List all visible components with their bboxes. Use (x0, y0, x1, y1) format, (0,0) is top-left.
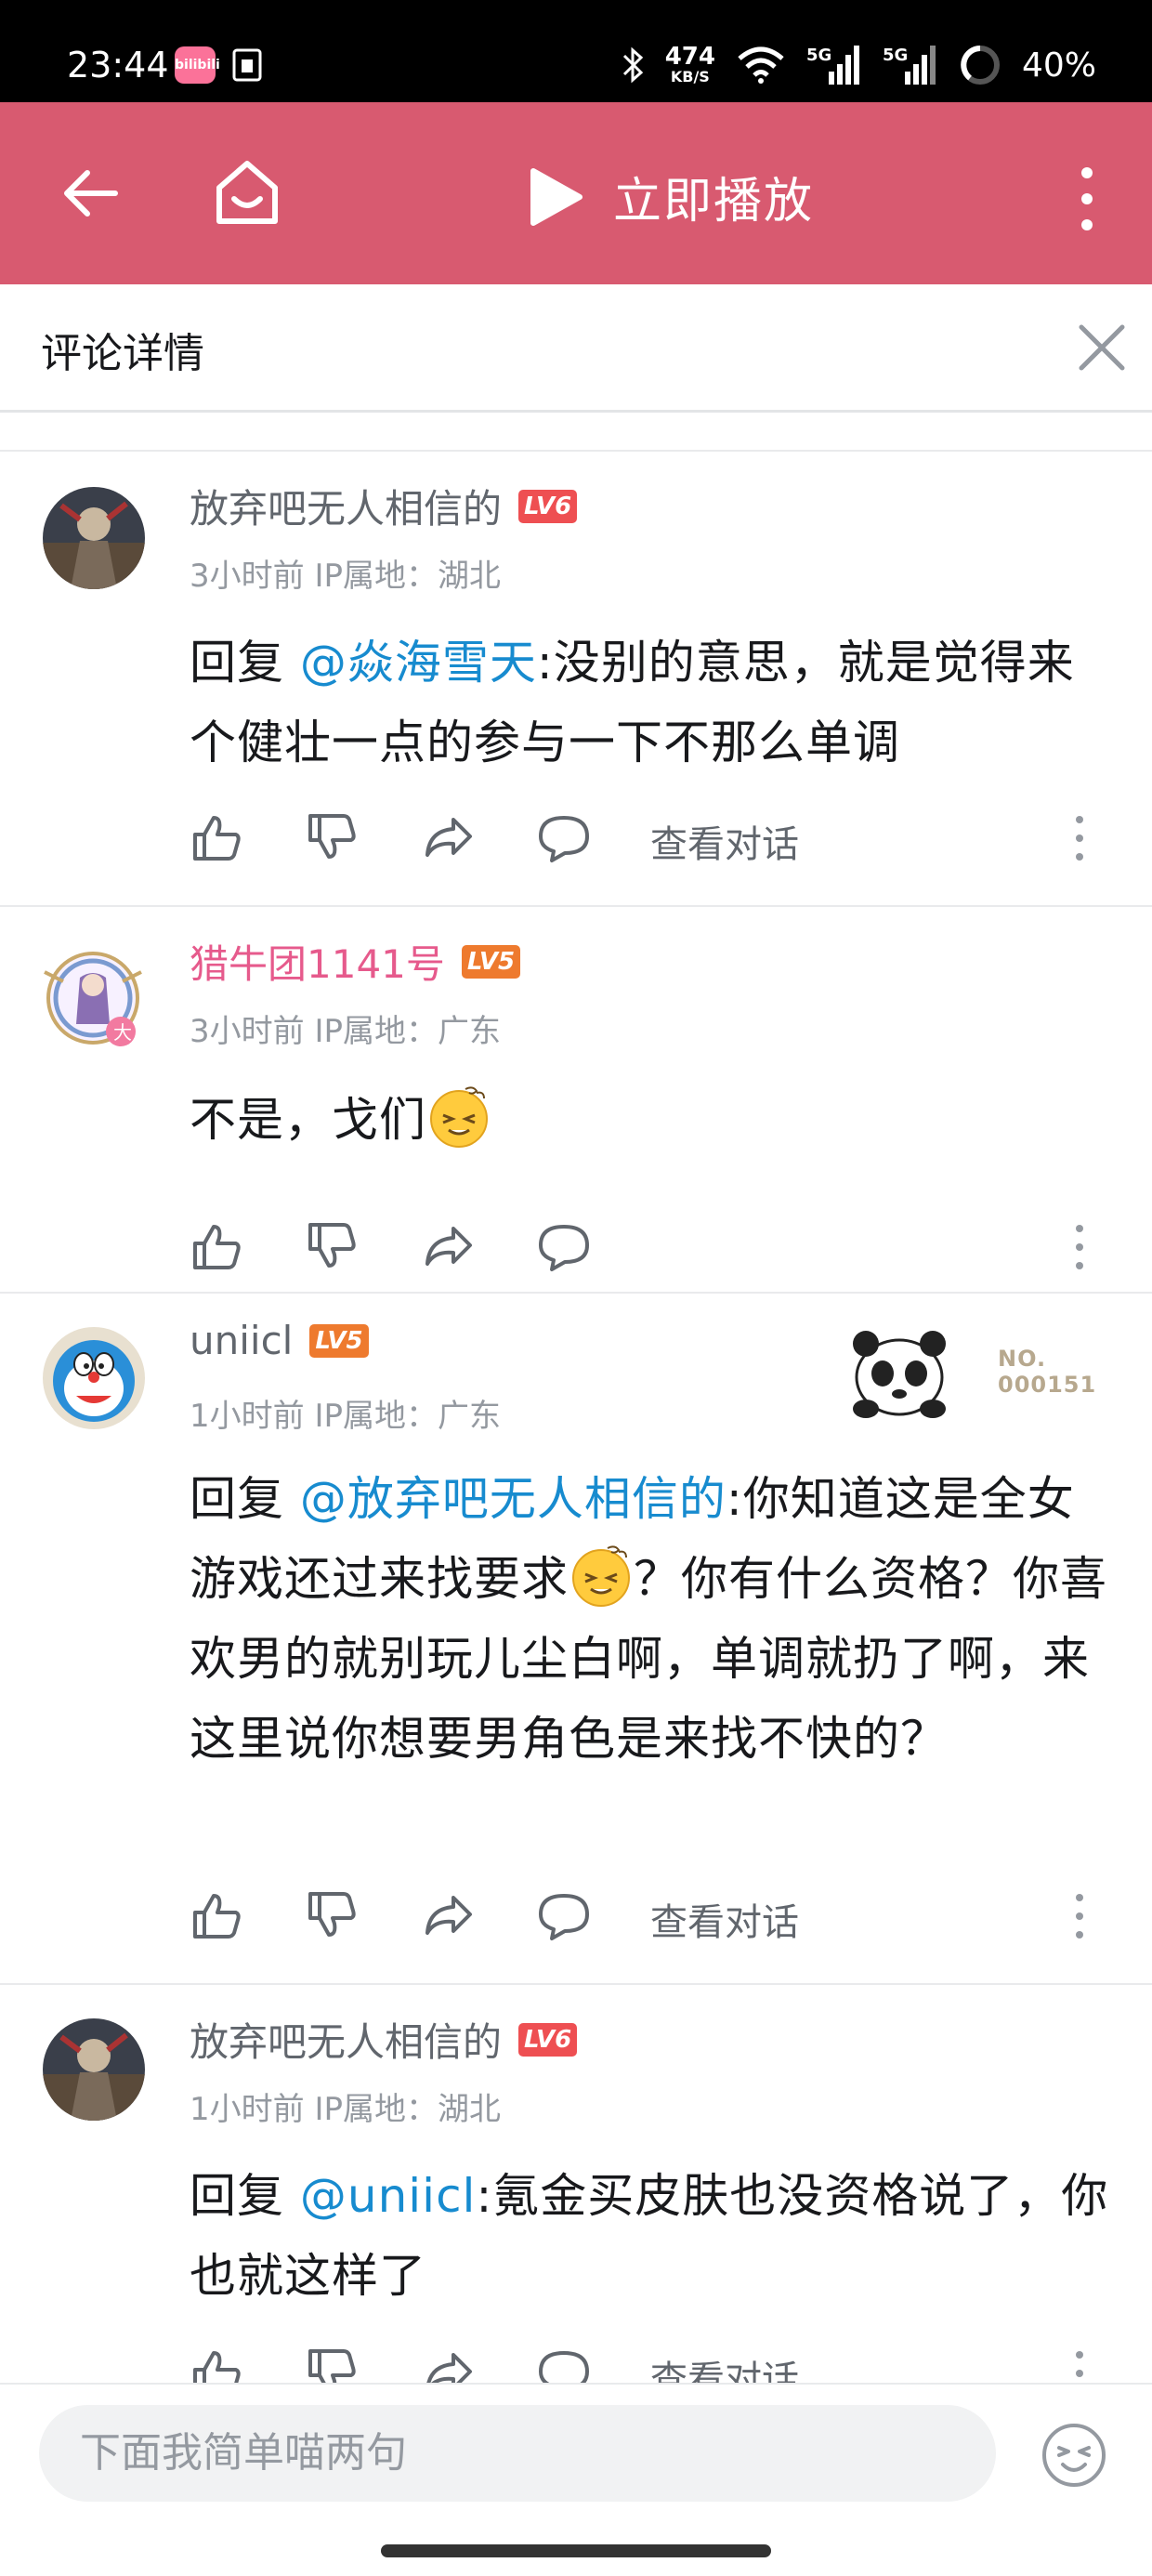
net-speed: 474 KB/S (665, 45, 715, 85)
mention-link[interactable]: @焱海雪天 (300, 636, 537, 690)
comment-icon[interactable] (537, 810, 591, 864)
username-row: uniicl LV5 (190, 1318, 369, 1363)
avatar[interactable]: 大 (35, 940, 151, 1056)
comment-text: 回复 @放弃吧无人相信的:你知道这是全女游戏还过来找要求 ？你有什么资格？你喜欢男… (190, 1459, 1119, 1779)
comment-actions: 查看对话 (190, 2346, 1119, 2383)
bilibili-app-icon: bilibili (175, 46, 220, 84)
more-vertical-icon[interactable] (1074, 814, 1085, 862)
status-indicators: 474 KB/S 5G 5G 40% (621, 41, 1096, 89)
thumbs-down-icon[interactable] (305, 810, 359, 864)
more-vertical-icon[interactable] (1070, 164, 1104, 234)
comment-text: 回复 @焱海雪天:没别的意思，就是觉得来个健壮一点的参与一下不那么单调 (190, 623, 1119, 782)
comment-item: 大 猎牛团1141号 LV5 3小时前 IP属地：广东 不是，戈们 (0, 907, 1152, 1292)
app-header: 立即播放 (0, 102, 1152, 284)
comment-meta: 3小时前 IP属地：广东 (190, 1013, 501, 1050)
share-icon[interactable] (422, 810, 476, 864)
comment-icon[interactable] (537, 1888, 591, 1942)
wifi-icon (738, 46, 784, 84)
more-vertical-icon[interactable] (1074, 2349, 1085, 2383)
signal-5g-icon-2: 5G (883, 46, 936, 85)
more-vertical-icon[interactable] (1074, 1892, 1085, 1940)
bluetooth-icon (622, 46, 643, 84)
username-row: 放弃吧无人相信的 LV6 (190, 478, 578, 534)
dizzy-face-emoji (572, 1545, 630, 1607)
play-now-button[interactable]: 立即播放 (528, 162, 814, 231)
username-row: 放弃吧无人相信的 LV6 (190, 2011, 578, 2068)
level-badge: LV5 (309, 1323, 369, 1358)
thumbs-up-icon[interactable] (190, 2346, 243, 2383)
close-icon[interactable] (1076, 322, 1128, 374)
comment-meta: 1小时前 IP属地：广东 (190, 1398, 501, 1435)
comment-input[interactable]: 下面我简单喵两句 (39, 2405, 996, 2502)
play-now-label: 立即播放 (613, 174, 815, 230)
avatar[interactable] (43, 487, 145, 589)
comment-item: 放弃吧无人相信的 LV6 3小时前 IP属地：湖北 回复 @焱海雪天:没别的意思… (0, 452, 1152, 905)
fan-badge-panda-icon (853, 1331, 946, 1418)
mention-link[interactable]: @放弃吧无人相信的 (300, 1472, 727, 1526)
username[interactable]: 放弃吧无人相信的 (190, 478, 502, 534)
back-arrow-icon[interactable] (59, 162, 123, 225)
level-badge: LV6 (518, 489, 578, 523)
home-indicator[interactable] (381, 2544, 771, 2557)
thumbs-up-icon[interactable] (190, 1888, 243, 1942)
sim-card-icon (232, 48, 262, 82)
comment-actions (190, 1219, 1119, 1275)
fan-badge-number: NO. 000151 (998, 1346, 1097, 1398)
reply-prefix: 回复 (190, 636, 300, 690)
thumbs-up-icon[interactable] (190, 810, 243, 864)
comment-text: 不是，戈们 (190, 1080, 1119, 1160)
comment-meta: 1小时前 IP属地：湖北 (190, 2091, 501, 2128)
share-icon[interactable] (422, 2346, 476, 2383)
mention-link[interactable]: @uniicl (300, 2169, 477, 2223)
username[interactable]: uniicl (190, 1318, 293, 1363)
signal-5g-icon-1: 5G (806, 46, 859, 85)
share-icon[interactable] (422, 1888, 476, 1942)
comment-icon[interactable] (537, 2346, 591, 2383)
comment-meta: 3小时前 IP属地：湖北 (190, 558, 501, 595)
comment-icon[interactable] (537, 1219, 591, 1273)
view-conversation-link[interactable]: 查看对话 (650, 2349, 799, 2383)
signal-2-label: 5G (883, 46, 908, 65)
battery-ring-icon (960, 46, 1000, 85)
status-bar: 23:44 bilibili 474 KB/S 5G 5G 40% (0, 0, 1152, 102)
view-conversation-link[interactable]: 查看对话 (650, 814, 799, 868)
net-speed-value: 474 (664, 43, 715, 71)
battery-percent: 40% (1021, 46, 1096, 85)
comment-body: 不是，戈们 (190, 1093, 426, 1147)
view-conversation-link[interactable]: 查看对话 (650, 1892, 799, 1946)
share-icon[interactable] (422, 1219, 476, 1273)
dizzy-face-emoji (430, 1086, 488, 1148)
level-badge: LV5 (461, 944, 521, 979)
thumbs-up-icon[interactable] (190, 1219, 243, 1273)
comment-input-bar: 下面我简单喵两句 (0, 2383, 1152, 2576)
emoji-face-icon[interactable] (1041, 2422, 1107, 2489)
thumbs-down-icon[interactable] (305, 1219, 359, 1273)
comment-actions: 查看对话 (190, 1888, 1119, 1944)
thumbs-down-icon[interactable] (305, 2346, 359, 2383)
signal-1-label: 5G (806, 46, 831, 65)
home-icon[interactable] (212, 156, 282, 227)
thumbs-down-icon[interactable] (305, 1888, 359, 1942)
comment-detail-titlebar: 评论详情 (0, 284, 1152, 413)
comment-text: 回复 @uniicl:氪金买皮肤也没资格说了，你也就这样了 (190, 2156, 1119, 2316)
comment-item: uniicl LV5 NO. 000151 1小时前 IP属地：广东 回复 @放… (0, 1294, 1152, 1983)
username[interactable]: 猎牛团1141号 (190, 933, 445, 990)
comment-actions: 查看对话 (190, 810, 1119, 866)
more-vertical-icon[interactable] (1074, 1223, 1085, 1271)
net-speed-unit: KB/S (670, 68, 710, 85)
reply-prefix: 回复 (190, 1472, 300, 1526)
comment-item: 放弃吧无人相信的 LV6 1小时前 IP属地：湖北 回复 @uniicl:氪金买… (0, 1985, 1152, 2383)
play-icon (530, 167, 583, 226)
panel-title: 评论详情 (41, 330, 204, 377)
level-badge: LV6 (518, 2022, 578, 2057)
reply-prefix: 回复 (190, 2169, 300, 2223)
svg-text:大: 大 (113, 1021, 132, 1044)
username[interactable]: 放弃吧无人相信的 (190, 2011, 502, 2068)
avatar[interactable] (43, 1327, 145, 1429)
avatar[interactable] (43, 2018, 145, 2121)
status-time: 23:44 (67, 45, 169, 85)
username-row: 猎牛团1141号 LV5 (190, 933, 521, 990)
